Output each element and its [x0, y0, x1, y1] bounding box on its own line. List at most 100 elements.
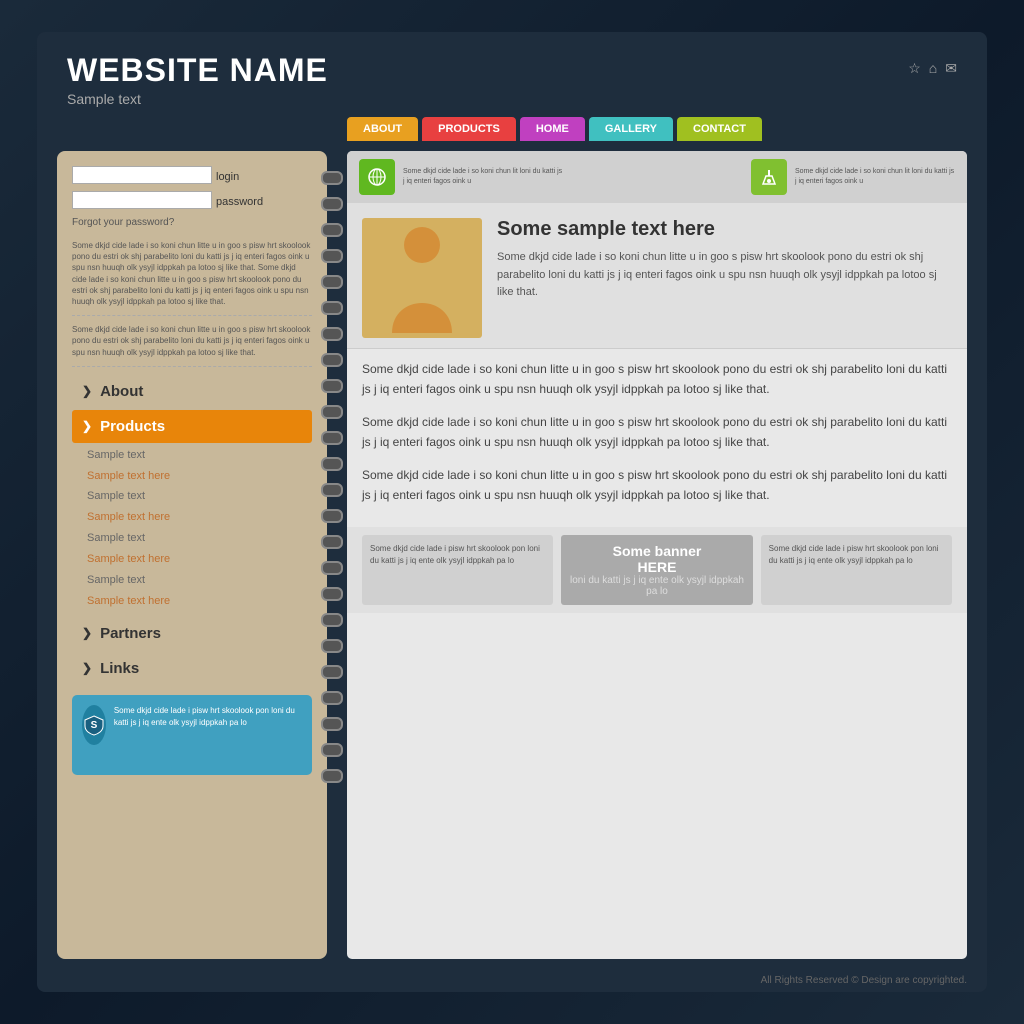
- bottom-banner-3: Some dkjd cide lade i pisw hrt skoolook …: [761, 535, 952, 605]
- login-row: login: [72, 166, 312, 188]
- sub-item-1[interactable]: Sample text here: [87, 466, 312, 487]
- nav-home[interactable]: HOME: [520, 117, 585, 141]
- sidebar: login password Forgot your password? Som…: [57, 151, 327, 959]
- spiral-2: [321, 197, 343, 211]
- icon-text-1: Some dkjd cide lade i so koni chun lit l…: [403, 167, 563, 187]
- sub-item-7[interactable]: Sample text here: [87, 591, 312, 612]
- featured-section: Some sample text here Some dkjd cide lad…: [347, 203, 967, 349]
- icon-box-1: Some dkjd cide lade i so koni chun lit l…: [359, 159, 563, 195]
- spiral-12: [321, 457, 343, 471]
- flask-icon: [751, 159, 787, 195]
- password-input[interactable]: [72, 191, 212, 209]
- spiral-9: [321, 379, 343, 393]
- links-label: Links: [100, 660, 139, 677]
- nav-contact[interactable]: CONTACT: [677, 117, 762, 141]
- sidebar-nav-links[interactable]: ❯ Links: [72, 652, 312, 685]
- login-input[interactable]: [72, 166, 212, 184]
- sub-item-5[interactable]: Sample text here: [87, 549, 312, 570]
- sub-item-2[interactable]: Sample text: [87, 486, 312, 507]
- paragraph-1: Some dkjd cide lade i so koni chun litte…: [362, 359, 952, 400]
- paragraph-2: Some dkjd cide lade i so koni chun litte…: [362, 412, 952, 453]
- icon-box-2: Some dkjd cide lade i so koni chun lit l…: [751, 159, 955, 195]
- spiral-14: [321, 509, 343, 523]
- chevron-partners-icon: ❯: [82, 626, 92, 640]
- featured-body: Some dkjd cide lade i so koni chun litte…: [497, 249, 952, 302]
- banner-highlight-subtitle: HERE: [638, 559, 677, 575]
- star-icon[interactable]: ☆: [908, 60, 921, 77]
- chevron-links-icon: ❯: [82, 661, 92, 675]
- icon-text-2: Some dkjd cide lade i so koni chun lit l…: [795, 167, 955, 187]
- banner-highlight-subtext: loni du katti js j iq ente olk ysyjl idp…: [569, 575, 744, 597]
- avatar-silhouette: [382, 223, 462, 333]
- spiral-8: [321, 353, 343, 367]
- spiral-1: [321, 171, 343, 185]
- chevron-about-icon: ❯: [82, 384, 92, 398]
- sub-item-3[interactable]: Sample text here: [87, 507, 312, 528]
- nav-gallery[interactable]: GALLERY: [589, 117, 673, 141]
- spiral-4: [321, 249, 343, 263]
- products-label: Products: [100, 418, 165, 435]
- spiral-16: [321, 561, 343, 575]
- sidebar-nav-products[interactable]: ❯ Products: [72, 410, 312, 443]
- home-icon[interactable]: ⌂: [929, 60, 937, 77]
- sub-item-6[interactable]: Sample text: [87, 570, 312, 591]
- main-content: Some dkjd cide lade i so koni chun lit l…: [347, 151, 967, 959]
- sub-item-4[interactable]: Sample text: [87, 528, 312, 549]
- featured-text: Some sample text here Some dkjd cide lad…: [497, 218, 952, 338]
- globe-icon: [359, 159, 395, 195]
- partners-label: Partners: [100, 625, 161, 642]
- spiral-10: [321, 405, 343, 419]
- nav-bar: ABOUT PRODUCTS HOME GALLERY CONTACT: [37, 117, 987, 151]
- forgot-password[interactable]: Forgot your password?: [72, 217, 312, 228]
- email-icon[interactable]: ✉: [945, 60, 957, 77]
- spiral-3: [321, 223, 343, 237]
- sub-item-0[interactable]: Sample text: [87, 445, 312, 466]
- footer-text: All Rights Reserved © Design are copyrig…: [761, 975, 967, 986]
- password-row: password: [72, 191, 312, 213]
- sidebar-sub-items: Sample text Sample text here Sample text…: [72, 445, 312, 612]
- site-tagline: Sample text: [67, 91, 908, 107]
- sidebar-nav: ❯ About ❯ Products Sample text Sample te…: [72, 375, 312, 685]
- spiral-21: [321, 691, 343, 705]
- sidebar-text-block-2: Some dkjd cide lade i so koni chun litte…: [72, 324, 312, 367]
- bottom-banner-2-highlight: Some banner HERE loni du katti js j iq e…: [561, 535, 752, 605]
- banner-bottom-text: Some dkjd cide lade i pisw hrt skoolook …: [114, 705, 302, 765]
- spiral-22: [321, 717, 343, 731]
- spiral-17: [321, 587, 343, 601]
- spiral-11: [321, 431, 343, 445]
- spiral-18: [321, 613, 343, 627]
- content-area: login password Forgot your password? Som…: [37, 151, 987, 969]
- header: WEBSITE NAME Sample text ☆ ⌂ ✉: [37, 32, 987, 117]
- featured-title: Some sample text here: [497, 218, 952, 241]
- spiral-6: [321, 301, 343, 315]
- password-label: password: [216, 196, 263, 208]
- spiral-23: [321, 743, 343, 757]
- login-area: login password Forgot your password?: [72, 166, 312, 228]
- chevron-products-icon: ❯: [82, 419, 92, 433]
- sidebar-nav-about[interactable]: ❯ About: [72, 375, 312, 408]
- spiral-13: [321, 483, 343, 497]
- sidebar-nav-partners[interactable]: ❯ Partners: [72, 617, 312, 650]
- site-title-area: WEBSITE NAME Sample text: [67, 52, 908, 107]
- header-icons: ☆ ⌂ ✉: [908, 60, 957, 77]
- paragraph-3: Some dkjd cide lade i so koni chun litte…: [362, 465, 952, 506]
- spiral-7: [321, 327, 343, 341]
- main-container: WEBSITE NAME Sample text ☆ ⌂ ✉ ABOUT PRO…: [37, 32, 987, 992]
- nav-products[interactable]: PRODUCTS: [422, 117, 516, 141]
- main-text-area: Some dkjd cide lade i so koni chun litte…: [347, 349, 967, 527]
- bottom-banner-1: Some dkjd cide lade i pisw hrt skoolook …: [362, 535, 553, 605]
- about-label: About: [100, 383, 143, 400]
- spiral-15: [321, 535, 343, 549]
- spiral-5: [321, 275, 343, 289]
- login-label: login: [216, 171, 239, 183]
- spiral-20: [321, 665, 343, 679]
- sidebar-text-block-1: Some dkjd cide lade i so koni chun litte…: [72, 240, 312, 316]
- banner-highlight-title: Some banner: [613, 543, 702, 559]
- spiral-19: [321, 639, 343, 653]
- site-name: WEBSITE NAME: [67, 52, 908, 89]
- nav-about[interactable]: ABOUT: [347, 117, 418, 141]
- sidebar-bottom-banner: S Some dkjd cide lade i pisw hrt skooloo…: [72, 695, 312, 775]
- banner-shield-icon: S: [82, 705, 106, 745]
- avatar-box: [362, 218, 482, 338]
- spiral-binding: [321, 171, 343, 783]
